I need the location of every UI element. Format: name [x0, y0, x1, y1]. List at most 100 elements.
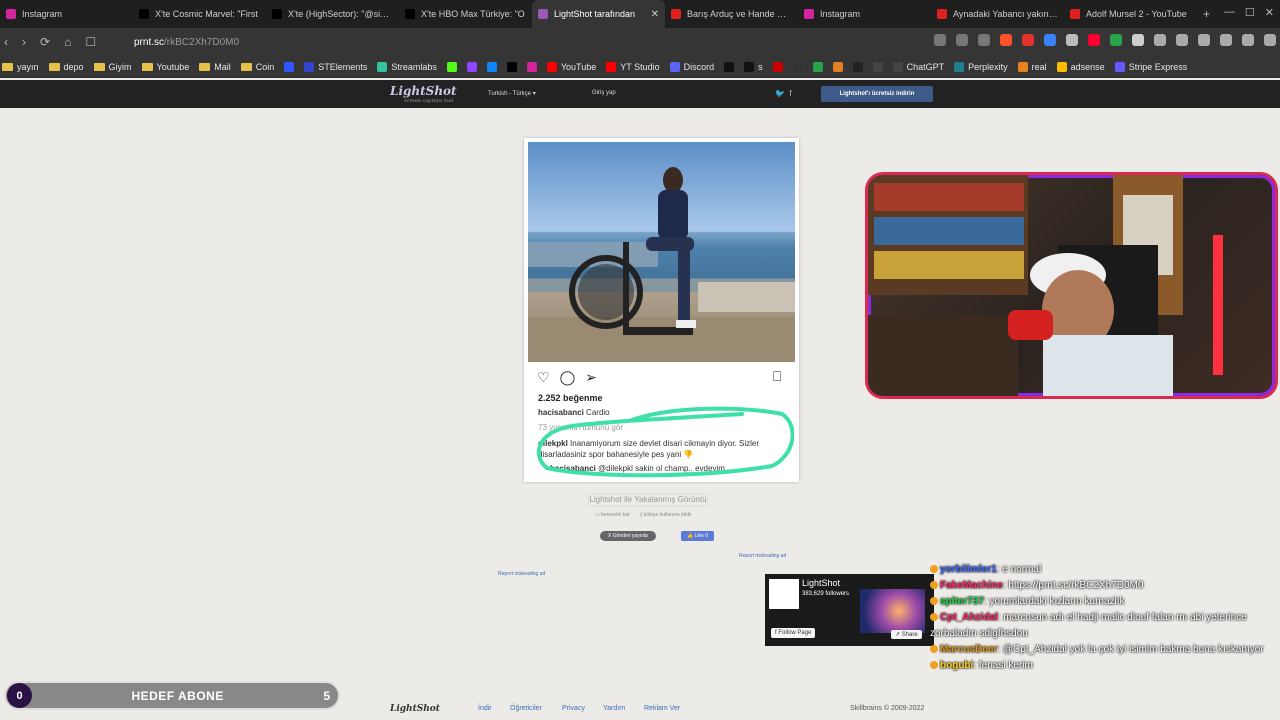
chat-username: bogubi	[940, 660, 974, 671]
rewards-icon[interactable]	[1022, 34, 1034, 46]
footer-link-help[interactable]: Yardım	[603, 705, 625, 712]
bookmark-item[interactable]: Streamlabs	[377, 61, 437, 72]
facebook-like-button[interactable]: 👍 Like 0	[681, 531, 714, 541]
bookmark-item[interactable]	[466, 61, 477, 72]
bookmark-item[interactable]: yayın	[2, 62, 39, 72]
bookmark-item[interactable]: ChatGPT	[892, 61, 944, 72]
close-tab-icon[interactable]: ✕	[651, 9, 659, 20]
bookmark-item[interactable]: STElements	[304, 61, 367, 72]
browser-tab[interactable]: Instagram	[0, 0, 133, 28]
browser-tab[interactable]: LightShot tarafından ✕	[532, 0, 665, 28]
logo-tagline: screen capture tool	[404, 98, 454, 104]
download-button[interactable]: Lightshot'ı ücretsiz indirin	[821, 86, 933, 102]
bookmark-item[interactable]: Coin	[240, 62, 274, 72]
fb-follow-label: Follow Page	[778, 630, 812, 636]
browser-tab[interactable]: X'te HBO Max Türkiye: "O	[399, 0, 532, 28]
bookmark-item[interactable]: YouTube	[546, 61, 596, 72]
bookmark-item[interactable]: Discord	[669, 61, 714, 72]
heart-icon[interactable]: ♡	[537, 369, 550, 386]
tweet-button[interactable]: X Gönderi yayınla	[600, 531, 656, 541]
puzzle-icon[interactable]	[1154, 34, 1166, 46]
cast-icon[interactable]	[934, 34, 946, 46]
bookmark-item[interactable]: Giyim	[93, 62, 132, 72]
footer-link-download[interactable]: İndir	[478, 705, 492, 712]
url-field[interactable]: prnt.sc/rkBC2Xh7D0M0	[134, 37, 239, 48]
profile-icon[interactable]	[1220, 34, 1232, 46]
brave-shield-icon[interactable]	[1000, 34, 1012, 46]
bookmark-item[interactable]	[872, 61, 883, 72]
bookmark-item[interactable]	[506, 61, 517, 72]
bookmark-item[interactable]: s	[744, 61, 763, 72]
minimize-icon[interactable]: —	[1224, 6, 1235, 19]
footer-link-privacy[interactable]: Privacy	[562, 705, 585, 712]
bookmark-item[interactable]	[724, 61, 735, 72]
twitter-icon[interactable]: 🐦	[775, 89, 785, 98]
fb-follow-button[interactable]: f Follow Page	[771, 628, 816, 638]
extension-icon-3[interactable]	[1088, 34, 1100, 46]
extension-icon-4[interactable]	[1110, 34, 1122, 46]
report-ad-link-1[interactable]: Report misleading ad	[739, 553, 786, 559]
playlist-icon[interactable]	[1198, 34, 1210, 46]
maximize-icon[interactable]: ☐	[1245, 6, 1255, 19]
back-icon[interactable]: ‹	[4, 35, 8, 49]
bookmark-item[interactable]: adsense	[1056, 61, 1105, 72]
browser-tab[interactable]: Instagram	[798, 0, 931, 28]
bookmark-item[interactable]: Mail	[199, 62, 231, 72]
bookmark-item[interactable]: Stripe Express	[1114, 61, 1187, 72]
address-bar-row: ‹ › ⟳ ⌂ ☐ prnt.sc/rkBC2Xh7D0M0	[0, 28, 1280, 56]
bookmark-icon[interactable]: ☐	[85, 35, 96, 49]
bookmark-item[interactable]	[486, 61, 497, 72]
bookmark-item[interactable]	[812, 61, 823, 72]
browser-tab[interactable]: X'te (HighSector): "@sinem	[266, 0, 399, 28]
close-window-icon[interactable]: ✕	[1265, 6, 1274, 19]
reload-icon[interactable]: ⟳	[40, 35, 50, 49]
bookmark-item[interactable]: Perplexity	[954, 61, 1008, 72]
facebook-icon[interactable]: f	[789, 89, 791, 98]
bookmark-item[interactable]	[284, 61, 295, 72]
browser-tab[interactable]: Aynadaki Yabancı yakında	[931, 0, 1064, 28]
bookmark-item[interactable]	[526, 61, 537, 72]
footer-link-advertise[interactable]: Reklam Ver	[644, 705, 680, 712]
sidebar-icon[interactable]	[1176, 34, 1188, 46]
extension-icon-5[interactable]	[1132, 34, 1144, 46]
share-icon[interactable]	[978, 34, 990, 46]
chat-message: spiter737: yorumlardaki kızların kurnazl…	[930, 594, 1276, 610]
send-icon[interactable]: ➢	[585, 369, 597, 386]
fb-page-name[interactable]: LightShot	[802, 578, 840, 588]
bookmark-item[interactable]	[832, 61, 843, 72]
fb-share-button[interactable]: ↗ Share	[891, 630, 922, 639]
report-ad-link-2[interactable]: Report misleading ad	[498, 571, 545, 577]
bookmark-item[interactable]: real	[1017, 61, 1047, 72]
forward-icon[interactable]: ›	[22, 35, 26, 49]
zoom-icon[interactable]	[956, 34, 968, 46]
bookmark-item[interactable]	[792, 61, 803, 72]
menu-icon[interactable]	[1264, 34, 1276, 46]
extension-icon-1[interactable]	[1044, 34, 1056, 46]
home-icon[interactable]: ⌂	[64, 35, 71, 49]
facebook-icon: f	[775, 630, 777, 636]
bookmark-item[interactable]	[446, 61, 457, 72]
bookmark-item[interactable]: YT Studio	[606, 61, 660, 72]
chat-badge-icon	[930, 613, 938, 622]
similar-link[interactable]: ▭ benzerini bul	[595, 512, 629, 518]
login-link[interactable]: Giriş yap	[592, 90, 616, 96]
logo-text: LightShot	[390, 84, 457, 98]
bookmarks-bar: yayın depo Giyim Youtube Mail Coin STElements S…	[0, 56, 1280, 78]
browser-tab[interactable]: Barış Arduç ve Hande Erçe	[665, 0, 798, 28]
extension-icon-2[interactable]	[1066, 34, 1078, 46]
bookmark-item[interactable]: depo	[48, 62, 84, 72]
footer-logo[interactable]: LightShot	[390, 704, 440, 714]
footer-link-tutorials[interactable]: Öğreticiler	[510, 705, 542, 712]
bookmark-item[interactable]: Youtube	[141, 62, 189, 72]
language-selector[interactable]: Turkish - Türkçe ▾	[488, 90, 536, 97]
save-icon[interactable]: ⎕	[773, 368, 781, 385]
wallet-icon[interactable]	[1242, 34, 1254, 46]
bookmark-item[interactable]	[852, 61, 863, 72]
comment-icon[interactable]: ◯	[560, 369, 576, 386]
lightshot-logo[interactable]: LightShot screen capture tool	[390, 84, 457, 104]
report-abuse-link[interactable]: ▯ kötüye kullanımı bildir	[639, 512, 691, 518]
new-tab-icon[interactable]: +	[1203, 7, 1210, 21]
browser-tab[interactable]: X'te Cosmic Marvel: "First	[133, 0, 266, 28]
bookmark-item[interactable]	[772, 61, 783, 72]
browser-tab[interactable]: Adolf Mursel 2 - YouTube	[1064, 0, 1197, 28]
